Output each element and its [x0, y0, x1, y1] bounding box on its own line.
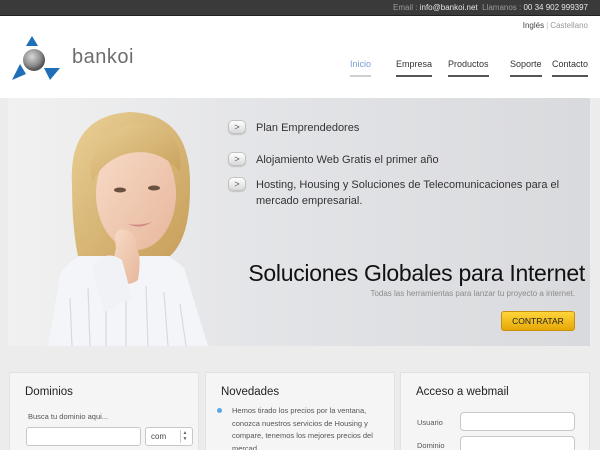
novedades-box: Novedades Hemos tirado los precios por l…	[205, 372, 395, 450]
hero-woman-image	[48, 112, 208, 346]
dominio-input[interactable]	[460, 436, 575, 450]
phone-label: Llamanos :	[482, 3, 522, 12]
bullet-dot-icon	[217, 408, 222, 413]
usuario-label: Usuario	[417, 418, 443, 427]
hero-subtitle: Todas las herramientas para lanzar tu pr…	[370, 289, 575, 298]
nav-soporte[interactable]: Soporte	[510, 59, 542, 77]
dominios-box: Dominios Busca tu dominio aqui... com ▲ ▼	[9, 372, 199, 450]
dominios-title: Dominios	[25, 386, 73, 398]
dominio-label: Dominio	[417, 441, 445, 450]
brand-name: bankoi	[72, 46, 134, 68]
news-item[interactable]: Hemos tirado los precios por la ventana,…	[232, 405, 382, 450]
hero-bullet-1: > Plan Emprendedores	[228, 120, 359, 136]
contratar-button[interactable]: CONTRATAR	[501, 311, 575, 331]
webmail-title: Acceso a webmail	[416, 386, 509, 398]
top-contact-bar: Email : info@bankoi.net Llamanos : 00 34…	[0, 0, 600, 16]
site-header: Inglés | Castellano bankoi Inicio Empresa …	[0, 16, 600, 98]
chevron-right-icon: >	[228, 120, 246, 134]
hero-bullet-3: > Hosting, Housing y Soluciones de Telec…	[228, 177, 573, 209]
novedades-title: Novedades	[221, 386, 280, 398]
nav-empresa[interactable]: Empresa	[396, 59, 433, 77]
chevron-right-icon: >	[228, 152, 246, 166]
nav-inicio[interactable]: Inicio	[350, 59, 372, 77]
language-english-link[interactable]: Inglés	[523, 21, 544, 30]
nav-contacto[interactable]: Contacto	[552, 59, 589, 77]
language-switcher: Inglés | Castellano	[522, 21, 588, 30]
webmail-box: Acceso a webmail Usuario Dominio	[400, 372, 590, 450]
language-spanish-link[interactable]: Castellano	[550, 21, 588, 30]
tld-select[interactable]: com ▲ ▼	[145, 427, 193, 446]
email-label: Email :	[393, 3, 418, 12]
domain-search-input[interactable]	[26, 427, 141, 446]
hero-bullet-2: > Alojamiento Web Gratis el primer año	[228, 152, 439, 168]
hero-banner: > Plan Emprendedores > Alojamiento Web G…	[8, 98, 590, 346]
usuario-input[interactable]	[460, 412, 575, 431]
main-nav: Inicio Empresa Productos Soporte Contact…	[340, 59, 590, 79]
domain-search-label: Busca tu dominio aqui...	[28, 412, 109, 421]
nav-productos[interactable]: Productos	[448, 59, 489, 77]
select-arrows-icon: ▲ ▼	[180, 430, 189, 443]
logo-mark-icon	[12, 36, 60, 80]
bankoi-logo[interactable]: bankoi	[10, 34, 140, 84]
phone-number: 00 34 902 999397	[523, 3, 588, 12]
hero-title: Soluciones Globales para Internet	[248, 260, 585, 286]
chevron-right-icon: >	[228, 177, 246, 191]
email-link[interactable]: info@bankoi.net	[420, 3, 478, 12]
